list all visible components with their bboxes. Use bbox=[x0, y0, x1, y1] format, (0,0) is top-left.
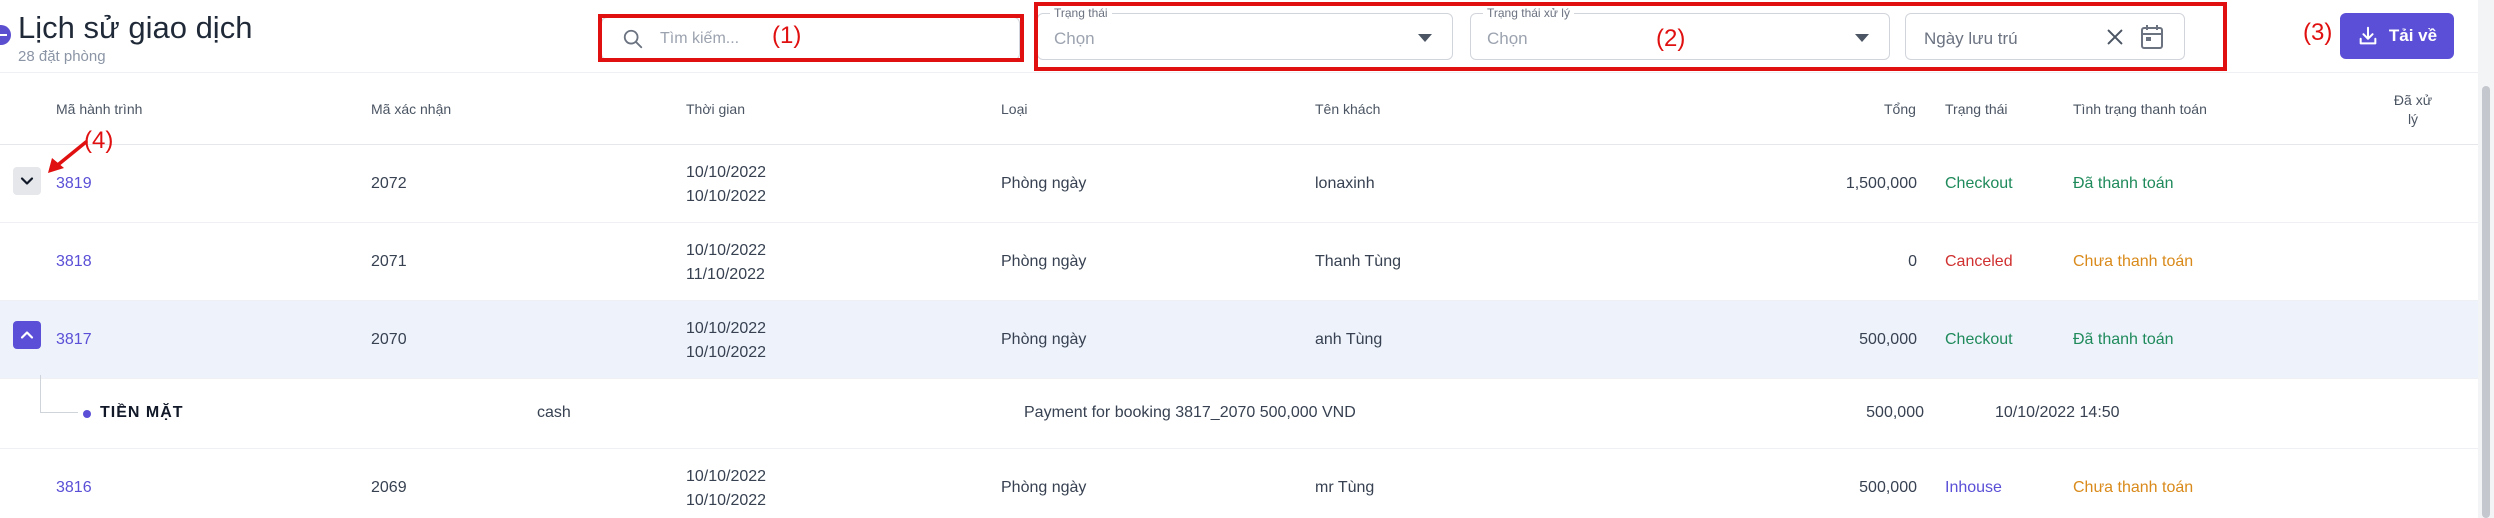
time-range: 10/10/2022 10/10/2022 bbox=[686, 465, 766, 513]
download-button[interactable]: Tải về bbox=[2340, 13, 2454, 59]
time-from: 10/10/2022 bbox=[686, 320, 767, 337]
clear-icon[interactable] bbox=[2104, 26, 2126, 48]
back-icon[interactable] bbox=[0, 25, 11, 45]
payment-detail-row: TIỀN MẶT cash Payment for booking 3817_2… bbox=[0, 375, 2494, 449]
guest-name: Thanh Tùng bbox=[1315, 253, 1401, 270]
payment-description: Payment for booking 3817_2070 500,000 VN… bbox=[1024, 404, 1356, 421]
stay-date-placeholder: Ngày lưu trú bbox=[1924, 29, 2018, 48]
total-amount: 500,000 bbox=[1859, 479, 1917, 496]
col-type: Loại bbox=[1001, 101, 1028, 117]
payment-datetime: 10/10/2022 14:50 bbox=[1995, 404, 2120, 421]
total-amount: 0 bbox=[1908, 253, 1917, 270]
time-from: 10/10/2022 bbox=[686, 164, 767, 181]
search-box[interactable] bbox=[601, 17, 1020, 60]
col-confirm: Mã xác nhận bbox=[371, 101, 452, 117]
confirm-code: 2071 bbox=[371, 253, 407, 270]
time-range: 10/10/2022 10/10/2022 bbox=[686, 317, 766, 365]
col-journey: Mã hành trình bbox=[56, 101, 143, 117]
journey-link[interactable]: 3817 bbox=[56, 331, 92, 349]
annotation-arrow-icon bbox=[48, 140, 88, 173]
booking-type: Phòng ngày bbox=[1001, 331, 1087, 348]
process-status-legend: Trạng thái xử lý bbox=[1483, 6, 1574, 20]
status-select-legend: Trạng thái bbox=[1050, 6, 1112, 20]
status-select[interactable]: Trạng thái Chọn bbox=[1037, 6, 1453, 60]
status-text: Inhouse bbox=[1945, 479, 2002, 496]
payment-status: Đã thanh toán bbox=[2073, 331, 2174, 348]
chevron-down-icon bbox=[1855, 34, 1869, 42]
journey-link[interactable]: 3819 bbox=[56, 175, 92, 193]
time-range: 10/10/2022 10/10/2022 bbox=[686, 161, 766, 209]
booking-type: Phòng ngày bbox=[1001, 479, 1087, 496]
guest-name: anh Tùng bbox=[1315, 331, 1383, 348]
process-status-value: Chọn bbox=[1487, 29, 1528, 48]
table-row[interactable]: 3819 2072 10/10/2022 10/10/2022 Phòng ngà… bbox=[0, 145, 2494, 223]
time-from: 10/10/2022 bbox=[686, 242, 767, 259]
total-amount: 500,000 bbox=[1859, 331, 1917, 348]
status-select-value: Chọn bbox=[1054, 29, 1095, 48]
confirm-code: 2072 bbox=[371, 175, 407, 192]
time-to: 11/10/2022 bbox=[686, 266, 765, 283]
collapse-row-button[interactable] bbox=[13, 321, 41, 349]
payment-code: cash bbox=[537, 404, 571, 421]
annotation-label-1: (1) bbox=[772, 22, 802, 49]
time-to: 10/10/2022 bbox=[686, 344, 767, 361]
col-time: Thời gian bbox=[686, 101, 745, 117]
journey-link[interactable]: 3818 bbox=[56, 253, 92, 271]
status-text: Canceled bbox=[1945, 253, 2013, 270]
chevron-down-icon bbox=[20, 177, 34, 185]
annotation-label-3: (3) bbox=[2303, 19, 2333, 46]
time-to: 10/10/2022 bbox=[686, 492, 767, 509]
time-range: 10/10/2022 11/10/2022 bbox=[686, 239, 766, 287]
chevron-down-icon bbox=[1418, 34, 1432, 42]
time-from: 10/10/2022 bbox=[686, 468, 767, 485]
guest-name: lonaxinh bbox=[1315, 175, 1375, 192]
download-icon bbox=[2359, 26, 2377, 45]
status-text: Checkout bbox=[1945, 331, 2013, 348]
scrollbar-thumb[interactable] bbox=[2482, 86, 2490, 518]
time-to: 10/10/2022 bbox=[686, 188, 767, 205]
payment-method: TIỀN MẶT bbox=[100, 404, 184, 421]
payment-status: Chưa thanh toán bbox=[2073, 253, 2194, 270]
status-text: Checkout bbox=[1945, 175, 2013, 192]
total-amount: 1,500,000 bbox=[1845, 175, 1917, 192]
page-header: Lịch sử giao dịch 28 đặt phòng Trạng thá… bbox=[0, 0, 2494, 72]
col-processed: Đã xử lý bbox=[2393, 91, 2433, 129]
guest-name: mr Tùng bbox=[1315, 479, 1375, 496]
search-icon bbox=[623, 29, 643, 49]
table-row[interactable]: 3816 2069 10/10/2022 10/10/2022 Phòng ngà… bbox=[0, 449, 2494, 518]
bullet-icon bbox=[83, 410, 91, 418]
col-status: Trạng thái bbox=[1945, 101, 2008, 117]
table-header: Mã hành trình Mã xác nhận Thời gian Loại… bbox=[0, 72, 2494, 145]
booking-type: Phòng ngày bbox=[1001, 253, 1087, 270]
journey-link[interactable]: 3816 bbox=[56, 479, 92, 497]
download-label: Tải về bbox=[2388, 26, 2438, 45]
tree-connector bbox=[40, 375, 78, 413]
page-subtitle: 28 đặt phòng bbox=[18, 48, 106, 65]
stay-date-field[interactable]: Ngày lưu trú bbox=[1905, 13, 2185, 60]
payment-amount: 500,000 bbox=[1866, 404, 1924, 421]
confirm-code: 2070 bbox=[371, 331, 407, 348]
col-total: Tổng bbox=[1884, 101, 1916, 117]
col-guest: Tên khách bbox=[1315, 101, 1381, 117]
annotation-label-2: (2) bbox=[1656, 25, 1686, 52]
expand-row-button[interactable] bbox=[13, 167, 41, 195]
booking-type: Phòng ngày bbox=[1001, 175, 1087, 192]
table-row[interactable]: 3817 2070 10/10/2022 10/10/2022 Phòng ngà… bbox=[0, 301, 2494, 379]
confirm-code: 2069 bbox=[371, 479, 407, 496]
payment-status: Đã thanh toán bbox=[2073, 175, 2174, 192]
col-processed-line2: lý bbox=[2407, 111, 2419, 127]
table-row[interactable]: 3818 2071 10/10/2022 11/10/2022 Phòng ngà… bbox=[0, 223, 2494, 301]
col-payment: Tình trạng thanh toán bbox=[2073, 101, 2207, 117]
chevron-up-icon bbox=[20, 331, 34, 339]
col-processed-line1: Đã xử bbox=[2393, 92, 2433, 108]
search-input[interactable] bbox=[660, 26, 960, 52]
calendar-icon[interactable] bbox=[2140, 24, 2164, 50]
payment-status: Chưa thanh toán bbox=[2073, 479, 2194, 496]
page-title: Lịch sử giao dịch bbox=[18, 10, 253, 45]
